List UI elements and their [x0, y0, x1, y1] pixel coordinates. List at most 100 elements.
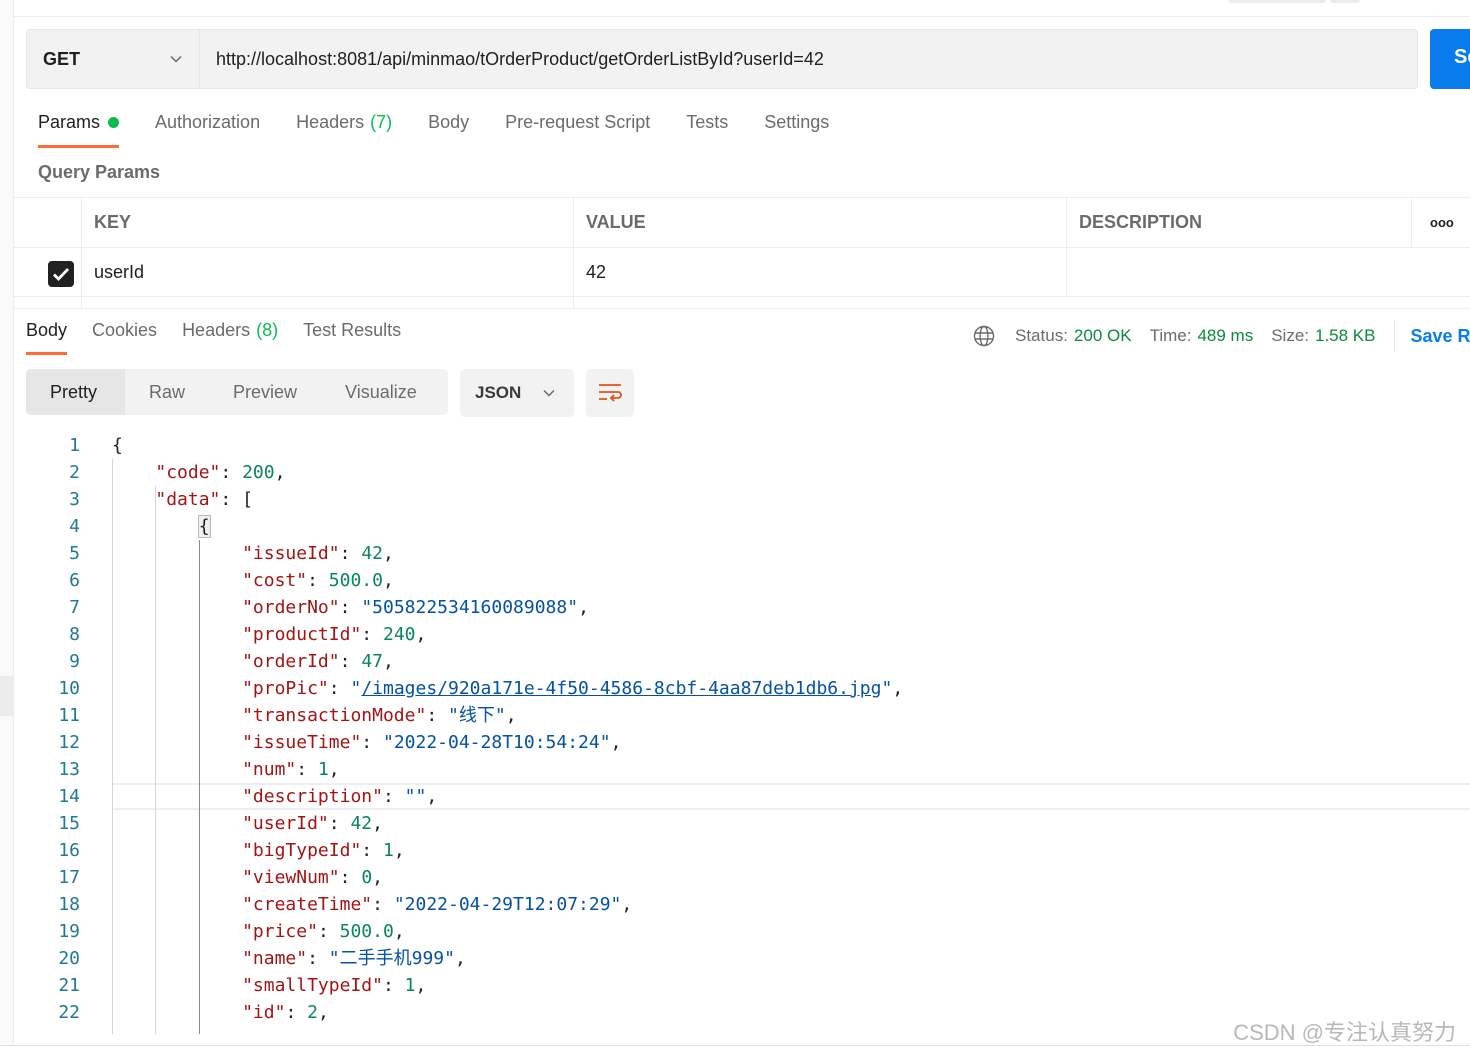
code-token: : — [339, 543, 362, 564]
tab-settings[interactable]: Settings — [764, 112, 829, 150]
response-tab-headers[interactable]: Headers (8) — [182, 320, 278, 356]
size-label: Size: — [1271, 326, 1309, 345]
line-number: 6 — [69, 570, 80, 591]
code-line: { — [197, 513, 211, 540]
code-token: 42 — [361, 543, 383, 564]
code-token: , — [415, 624, 427, 645]
code-token: , — [393, 921, 405, 942]
send-button[interactable]: Se — [1430, 29, 1470, 89]
code-token: : — [372, 894, 394, 915]
code-token: 47 — [361, 651, 383, 672]
tab-label: Cookies — [92, 320, 158, 340]
line-number: 17 — [58, 867, 80, 888]
code-token: 1 — [317, 759, 329, 780]
param-value[interactable]: 42 — [573, 248, 1066, 296]
response-status: Status: 200 OK Time: 489 ms Size: 1.58 KB S… — [973, 321, 1470, 351]
line-number: 3 — [69, 489, 80, 510]
code-line: "smallTypeId": 1, — [242, 972, 426, 999]
code-line: "id": 2, — [242, 999, 329, 1026]
code-token: : — [285, 1002, 308, 1023]
param-description[interactable] — [1066, 248, 1466, 296]
time-label: Time: — [1149, 326, 1192, 345]
indent-guide — [112, 459, 113, 1034]
tab-label: Headers — [182, 320, 251, 340]
view-pretty[interactable]: Pretty — [26, 369, 125, 415]
indent-guide — [155, 486, 157, 1034]
format-select[interactable]: JSON — [460, 369, 574, 417]
response-tab-body[interactable]: Body — [26, 320, 68, 356]
table-row: userId 42 — [14, 248, 1470, 297]
code-token: "transactionMode" — [242, 705, 427, 726]
view-visualize[interactable]: Visualize — [321, 369, 441, 415]
code-token: "description" — [242, 786, 383, 807]
code-token: 1 — [382, 840, 394, 861]
wrap-lines-icon — [599, 384, 622, 402]
tab-body[interactable]: Body — [428, 112, 469, 150]
active-indicator-dot — [108, 117, 120, 128]
code-token: 2 — [307, 1002, 318, 1023]
more-options-icon[interactable]: ooo — [1411, 198, 1466, 247]
line-number: 2 — [69, 462, 80, 483]
tab-authorization[interactable]: Authorization — [155, 112, 260, 150]
row-checkbox[interactable] — [48, 261, 74, 287]
code-line: "orderId": 47, — [242, 648, 394, 675]
code-line: "createTime": "2022-04-29T12:07:29", — [242, 891, 632, 918]
code-token: 200 — [242, 462, 275, 483]
method-select[interactable]: GET — [27, 30, 200, 88]
code-token: 500.0 — [339, 921, 394, 942]
view-preview[interactable]: Preview — [209, 369, 321, 415]
code-token: "createTime" — [242, 894, 373, 915]
line-number: 18 — [58, 894, 80, 915]
code-token: : — [361, 624, 383, 645]
save-response-button[interactable]: Save R — [1411, 326, 1470, 347]
tab-headers[interactable]: Headers (7) — [296, 112, 392, 150]
code-token: " — [881, 678, 893, 699]
code-token: "orderId" — [242, 651, 340, 672]
code-line: "price": 500.0, — [242, 918, 405, 945]
query-params-title: Query Params — [38, 162, 161, 182]
code-token: : — [307, 948, 329, 969]
tab-label: Body — [26, 320, 68, 340]
url-input[interactable]: http://localhost:8081/api/minmao/tOrderP… — [200, 49, 824, 70]
code-token: "orderNo" — [242, 597, 340, 618]
status-label: Status: — [1015, 326, 1068, 345]
param-key[interactable]: userId — [81, 248, 573, 296]
code-token: , — [382, 570, 394, 591]
code-token: "num" — [242, 759, 297, 780]
code-token: "viewNum" — [242, 867, 340, 888]
tab-params[interactable]: Params — [38, 112, 120, 150]
line-number: 11 — [58, 705, 80, 726]
tab-pre-request-script[interactable]: Pre-request Script — [505, 112, 650, 150]
top-tab-chip[interactable] — [1228, 0, 1326, 3]
top-tab-chip[interactable] — [1330, 0, 1360, 3]
code-token: , — [328, 759, 340, 780]
code-token: : — [339, 651, 362, 672]
wrap-lines-button[interactable] — [586, 369, 634, 417]
code-token: : [ — [220, 489, 253, 510]
code-token: 240 — [382, 624, 416, 645]
code-line: "data": [ — [155, 486, 253, 513]
tab-label: Params — [38, 112, 101, 132]
code-token: , — [393, 840, 405, 861]
image-link[interactable]: /images/920a171e-4f50-4586-8cbf-4aa87deb… — [361, 678, 881, 699]
code-token: "bigTypeId" — [242, 840, 362, 861]
column-header-value: VALUE — [573, 198, 1066, 247]
code-line: "productId": 240, — [242, 621, 426, 648]
code-token: "userId" — [242, 813, 329, 834]
line-number: 1 — [69, 435, 80, 456]
code-token: : — [296, 759, 318, 780]
line-number: 19 — [58, 921, 80, 942]
line-number: 14 — [58, 786, 80, 807]
response-tab-cookies[interactable]: Cookies — [92, 320, 157, 356]
code-token: "code" — [155, 462, 221, 483]
code-token: , — [892, 678, 904, 699]
code-token: : — [317, 921, 340, 942]
tab-count: (8) — [256, 320, 279, 340]
view-raw[interactable]: Raw — [125, 369, 209, 415]
globe-icon[interactable] — [973, 325, 995, 347]
tab-tests[interactable]: Tests — [686, 112, 728, 150]
code-line: "viewNum": 0, — [242, 864, 383, 891]
response-tab-test-results[interactable]: Test Results — [303, 320, 401, 356]
response-body-editor[interactable]: 1{2 "code": 200, 3 "data": [4{5 "issueId": 4… — [14, 432, 1470, 1034]
chevron-down-icon — [170, 55, 182, 63]
